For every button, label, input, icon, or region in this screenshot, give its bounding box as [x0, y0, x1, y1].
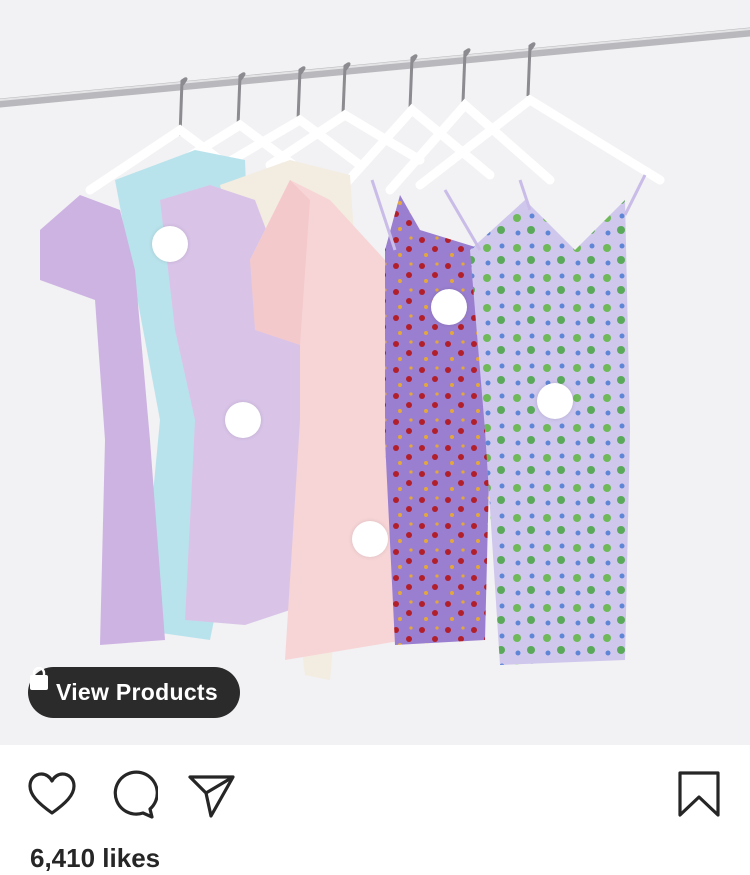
- post-action-bar: [0, 745, 750, 840]
- dresses-photo: [0, 0, 750, 745]
- product-tag-dot[interactable]: [352, 521, 388, 557]
- likes-count[interactable]: 6,410 likes: [30, 843, 160, 874]
- product-tag-dot[interactable]: [537, 383, 573, 419]
- product-tag-dot[interactable]: [225, 402, 261, 438]
- heart-icon[interactable]: [26, 769, 78, 821]
- send-icon[interactable]: [186, 769, 238, 821]
- view-products-label: View Products: [56, 679, 218, 705]
- view-products-button[interactable]: View Products: [28, 667, 240, 718]
- product-tag-dot[interactable]: [431, 289, 467, 325]
- comment-icon[interactable]: [106, 769, 159, 821]
- product-tag-dot[interactable]: [152, 226, 188, 262]
- post-image[interactable]: View Products: [0, 0, 750, 745]
- bookmark-icon[interactable]: [674, 769, 726, 821]
